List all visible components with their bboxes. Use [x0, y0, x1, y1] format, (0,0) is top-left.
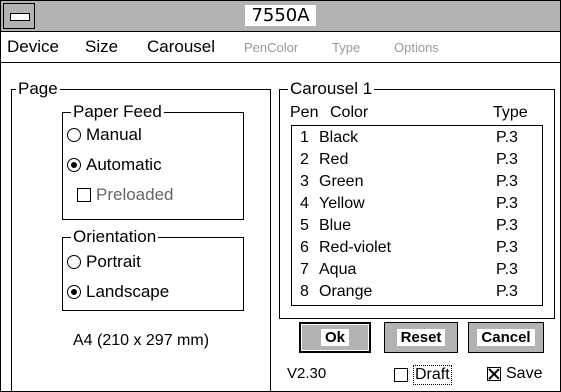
menu-bar: Device Size Carousel PenColor Type Optio… — [1, 32, 560, 63]
page-group-label: Page — [16, 79, 60, 99]
cancel-button[interactable]: Cancel — [468, 322, 544, 353]
orientation-label: Orientation — [71, 227, 159, 247]
reset-button-label: Reset — [396, 329, 446, 346]
title-bar[interactable]: 7550A — [1, 1, 560, 32]
pen-type: P.3 — [496, 151, 518, 168]
ok-button[interactable]: Ok — [299, 322, 371, 353]
pen-type: P.3 — [496, 261, 518, 278]
pen-color: Green — [319, 173, 364, 190]
pen-number: 3 — [300, 173, 309, 190]
page-group: Page Paper Feed Manual Automatic Preload… — [11, 79, 271, 391]
pen-type: P.3 — [496, 173, 518, 190]
pen-row[interactable]: 8 Orange P.3 — [292, 283, 542, 303]
pen-color: Yellow — [319, 195, 365, 212]
pen-number: 5 — [300, 217, 309, 234]
column-header-pen: Pen — [290, 104, 319, 121]
pen-type: P.3 — [496, 283, 518, 300]
pen-row[interactable]: 3 Green P.3 — [292, 173, 542, 193]
pen-color: Red-violet — [319, 239, 392, 256]
portrait-label: Portrait — [86, 252, 141, 271]
paper-size-text: A4 (210 x 297 mm) — [72, 332, 210, 349]
carousel-group-label: Carousel 1 — [288, 79, 375, 99]
version-label: V2.30 — [287, 365, 327, 382]
pen-list[interactable]: 1 Black P.3 2 Red P.3 3 Green P.3 4 Yellow P.3 5… — [291, 125, 543, 306]
cancel-button-label: Cancel — [477, 329, 535, 346]
landscape-label: Landscape — [86, 282, 170, 301]
automatic-radio-indicator[interactable] — [67, 158, 81, 172]
pen-type: P.3 — [496, 239, 518, 256]
pen-color: Orange — [319, 283, 373, 300]
pen-number: 1 — [300, 129, 309, 146]
pen-color: Red — [319, 151, 349, 168]
automatic-label: Automatic — [86, 155, 162, 174]
portrait-radio-indicator[interactable] — [67, 255, 81, 269]
pen-row[interactable]: 7 Aqua P.3 — [292, 261, 542, 281]
orientation-group: Orientation Portrait Landscape — [62, 227, 244, 311]
window-title: 7550A — [245, 5, 316, 26]
menu-device[interactable]: Device — [7, 37, 59, 57]
pen-row[interactable]: 5 Blue P.3 — [292, 217, 542, 237]
draft-checkbox-box[interactable] — [394, 368, 408, 382]
column-header-type: Type — [493, 104, 528, 121]
pen-row[interactable]: 4 Yellow P.3 — [292, 195, 542, 215]
landscape-radio[interactable]: Landscape — [67, 282, 169, 302]
paper-feed-label: Paper Feed — [71, 102, 164, 122]
pen-color: Aqua — [319, 261, 357, 278]
pen-color: Black — [319, 129, 359, 146]
save-checkbox[interactable]: Save — [487, 365, 542, 383]
pen-number: 2 — [300, 151, 309, 168]
pen-type: P.3 — [496, 217, 518, 234]
menu-pencolor[interactable]: PenColor — [244, 40, 298, 55]
plotter-setup-window: 7550A Device Size Carousel PenColor Type… — [0, 0, 561, 392]
preloaded-checkbox-box[interactable] — [77, 188, 91, 202]
column-header-color: Color — [330, 104, 369, 121]
preloaded-checkbox[interactable]: Preloaded — [77, 185, 174, 205]
pen-number: 8 — [300, 283, 309, 300]
landscape-radio-indicator[interactable] — [67, 285, 81, 299]
pen-type: P.3 — [496, 195, 518, 212]
pen-type: P.3 — [496, 129, 518, 146]
portrait-radio[interactable]: Portrait — [67, 252, 141, 272]
pen-number: 4 — [300, 195, 309, 212]
manual-radio[interactable]: Manual — [67, 125, 142, 145]
preloaded-label: Preloaded — [96, 185, 174, 204]
pen-row[interactable]: 6 Red-violet P.3 — [292, 239, 542, 259]
reset-button[interactable]: Reset — [384, 322, 458, 353]
manual-radio-indicator[interactable] — [67, 128, 81, 142]
save-label: Save — [506, 365, 543, 382]
ok-button-label: Ok — [320, 329, 349, 346]
menu-options[interactable]: Options — [394, 40, 439, 55]
automatic-radio[interactable]: Automatic — [67, 155, 162, 175]
menu-carousel[interactable]: Carousel — [147, 37, 215, 57]
save-checkbox-box[interactable] — [487, 367, 501, 381]
draft-checkbox[interactable]: Draft — [394, 365, 452, 385]
pen-row[interactable]: 1 Black P.3 — [292, 129, 542, 149]
pen-number: 7 — [300, 261, 309, 278]
paper-feed-group: Paper Feed Manual Automatic Preloaded — [62, 102, 244, 220]
menu-type[interactable]: Type — [332, 40, 360, 55]
menu-size[interactable]: Size — [85, 37, 118, 57]
manual-label: Manual — [86, 125, 142, 144]
pen-row[interactable]: 2 Red P.3 — [292, 151, 542, 171]
pen-number: 6 — [300, 239, 309, 256]
pen-color: Blue — [319, 217, 352, 234]
draft-label: Draft — [413, 365, 452, 385]
